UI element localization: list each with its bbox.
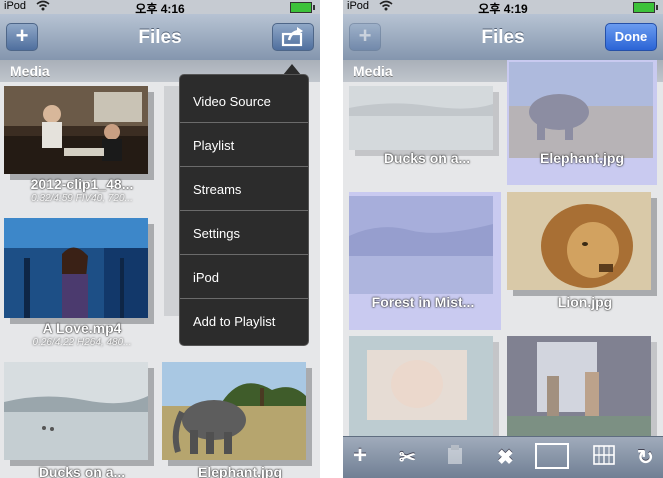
add-icon[interactable]: + (353, 442, 367, 470)
menu-item-video-source[interactable]: Video Source (180, 80, 308, 123)
share-icon (280, 27, 306, 52)
image-thumbnail[interactable] (349, 336, 493, 436)
grid-icon[interactable] (593, 445, 615, 471)
item-title: Forest in Mist... (371, 294, 475, 310)
navigation-bar: + Files (0, 14, 320, 61)
left-screen: iPod 오후 4:16 + Files Media 2012-clip1_48… (0, 0, 320, 478)
item-title: Ducks on a... (383, 150, 471, 166)
video-thumbnail[interactable] (4, 86, 148, 174)
ducks-image (4, 362, 148, 460)
paste-icon[interactable] (447, 445, 463, 471)
concert-clip-image (4, 218, 148, 318)
right-screen: iPod 오후 4:19 + Files Done Media Ducks on… (343, 0, 663, 478)
item-title: Elephant.jpg (540, 150, 624, 166)
delete-icon[interactable]: ✖ (497, 445, 514, 470)
item-meta: 0:26/4:22 H264, 480... (32, 337, 132, 348)
menu-item-playlist[interactable]: Playlist (180, 124, 308, 167)
item-title: Ducks on a... (38, 464, 126, 478)
lion-image (507, 192, 651, 290)
forest-image (349, 196, 493, 294)
refresh-icon[interactable]: ↻ (637, 445, 654, 470)
image-thumbnail[interactable] (4, 362, 148, 460)
image-thumbnail[interactable] (507, 336, 651, 436)
done-button[interactable]: Done (605, 23, 657, 51)
folder-icon[interactable] (535, 443, 569, 475)
status-bar: iPod 오후 4:16 (0, 0, 320, 16)
menu-item-streams[interactable]: Streams (180, 168, 308, 211)
item-meta: 0:32/4:59 FIV40, 720... (31, 193, 133, 204)
video-thumbnail[interactable] (4, 218, 148, 318)
cut-icon[interactable]: ✂ (399, 445, 416, 470)
room-scene-image (507, 336, 651, 436)
menu-item-ipod[interactable]: iPod (180, 256, 308, 299)
elephant-image (509, 62, 653, 158)
selected-item[interactable]: Elephant.jpg (507, 60, 657, 185)
status-bar: iPod 오후 4:19 (343, 0, 663, 16)
hidden-thumbnail-edge (164, 86, 180, 316)
menu-item-add-to-playlist[interactable]: Add to Playlist (180, 300, 308, 343)
elephant-image (162, 362, 306, 460)
baby-image (349, 336, 493, 436)
item-title: Elephant.jpg (198, 464, 282, 478)
navigation-bar: + Files Done (343, 14, 663, 61)
share-menu: Video Source Playlist Streams Settings i… (179, 74, 309, 346)
image-thumbnail[interactable] (162, 362, 306, 460)
image-thumbnail[interactable] (507, 192, 651, 290)
item-title: 2012-clip1_48... (30, 176, 134, 192)
edit-toolbar: + ✂ ✖ ↻ (343, 436, 663, 478)
ducks-image (349, 86, 493, 150)
item-title: Lion.jpg (557, 294, 613, 310)
battery-icon (633, 2, 658, 13)
image-thumbnail[interactable] (349, 86, 493, 150)
kitchen-clip-image (4, 86, 148, 174)
media-grid: Media Ducks on a... Elephant.jpg Forest … (343, 60, 663, 478)
menu-item-settings[interactable]: Settings (180, 212, 308, 255)
battery-icon (290, 2, 315, 13)
share-button[interactable] (272, 23, 314, 51)
selected-item[interactable]: Forest in Mist... (349, 192, 501, 330)
item-title: A Love.mp4 (42, 320, 122, 336)
